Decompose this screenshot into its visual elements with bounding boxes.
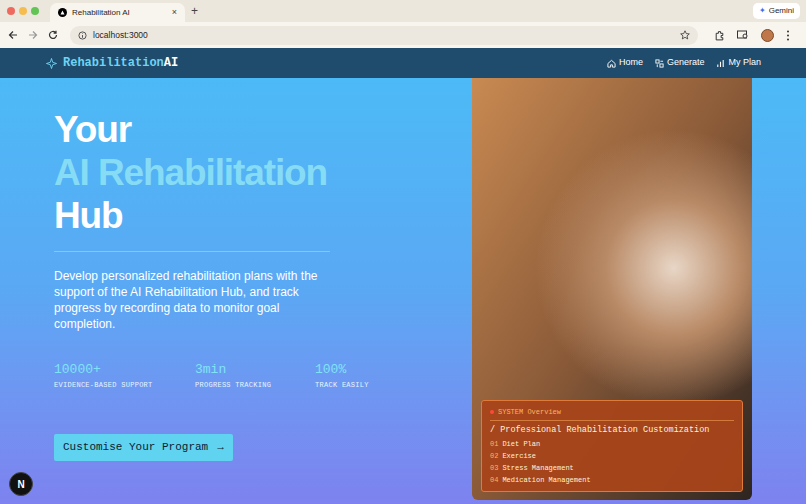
gemini-label: Gemini	[769, 5, 794, 17]
nav-label: Home	[619, 56, 643, 70]
stat-value: 100%	[315, 362, 425, 378]
close-window-icon[interactable]	[7, 7, 15, 15]
item-number: 02	[490, 450, 498, 462]
address-bar[interactable]: localhost:3000	[70, 26, 698, 45]
item-label: Medication Management	[502, 474, 590, 486]
browser-tab[interactable]: Rehabilitation AI ×	[50, 3, 185, 22]
stats: 10000+ EVIDENCE-BASED SUPPORT 3min PROGR…	[54, 362, 425, 391]
bookmark-star-icon[interactable]	[680, 30, 690, 40]
customise-button[interactable]: Customise Your Program →	[54, 434, 233, 461]
chart-icon	[716, 59, 725, 68]
forward-icon[interactable]	[28, 30, 38, 40]
arrow-icon: →	[217, 439, 224, 456]
browser-toolbar: localhost:3000	[0, 22, 806, 48]
extensions-icon[interactable]	[714, 30, 725, 41]
item-label: Diet Plan	[502, 438, 540, 450]
gemini-button[interactable]: ✦ Gemini	[753, 3, 800, 19]
button-label: Customise Your Program	[63, 439, 208, 456]
home-icon	[607, 59, 616, 68]
overview-divider	[490, 420, 734, 421]
overview-item: 01 Diet Plan	[490, 438, 734, 450]
hero-description: Develop personalized rehabilitation plan…	[54, 268, 344, 332]
stat-label: EVIDENCE-BASED SUPPORT	[54, 380, 195, 391]
overview-item: 03 Stress Management	[490, 462, 734, 474]
hero-image-panel: SYSTEM Overview / Professional Rehabilit…	[472, 78, 752, 500]
item-number: 04	[490, 474, 498, 486]
reload-icon[interactable]	[48, 30, 58, 40]
tab-title: Rehabilitation AI	[72, 7, 167, 19]
url-text: localhost:3000	[93, 29, 674, 42]
divider	[54, 251, 330, 252]
dev-badge-label: N	[17, 477, 24, 492]
nav-label: My Plan	[728, 56, 761, 70]
tab-strip: Rehabilitation AI × + ✦ Gemini	[0, 0, 806, 22]
logo-sparkle-icon	[46, 58, 57, 69]
profile-avatar-icon[interactable]	[761, 29, 774, 42]
info-icon[interactable]	[78, 31, 87, 40]
stat-label: PROGRESS TRACKING	[195, 380, 315, 391]
logo[interactable]: RehabilitationAI	[46, 54, 178, 72]
status-dot-icon	[490, 410, 494, 414]
stat-value: 10000+	[54, 362, 195, 378]
site-nav: RehabilitationAI Home Generate My Plan	[0, 48, 806, 78]
nav-item[interactable]: Home	[607, 56, 643, 70]
title-line: Hub	[54, 194, 327, 237]
nav-item[interactable]: My Plan	[716, 56, 761, 70]
gemini-icon: ✦	[759, 7, 766, 15]
item-label: Exercise	[502, 450, 536, 462]
stat-label: TRACK EASILY	[315, 380, 425, 391]
logo-accent: AI	[164, 56, 178, 70]
overview-subtitle: / Professional Rehabilitation Customizat…	[490, 424, 734, 436]
minimize-window-icon[interactable]	[19, 7, 27, 15]
favicon-icon	[58, 8, 67, 17]
maximize-window-icon[interactable]	[31, 7, 39, 15]
tab-close[interactable]: ×	[172, 8, 177, 17]
overview-item: 02 Exercise	[490, 450, 734, 462]
page: RehabilitationAI Home Generate My Plan Y…	[0, 48, 806, 504]
title-line: AI Rehabilitation	[54, 151, 327, 194]
hero-title: Your AI Rehabilitation Hub	[54, 108, 327, 237]
item-number: 03	[490, 462, 498, 474]
logo-primary: Rehabilitation	[63, 56, 164, 70]
item-label: Stress Management	[502, 462, 573, 474]
overview-card: SYSTEM Overview / Professional Rehabilit…	[481, 400, 743, 492]
dev-badge[interactable]: N	[9, 472, 33, 496]
stat-value: 3min	[195, 362, 315, 378]
nav-item[interactable]: Generate	[655, 56, 705, 70]
stat: 100% TRACK EASILY	[315, 362, 425, 391]
tab-search-icon[interactable]	[737, 30, 749, 40]
title-line: Your	[54, 108, 327, 151]
overview-title: SYSTEM Overview	[498, 407, 561, 417]
item-number: 01	[490, 438, 498, 450]
back-icon[interactable]	[8, 30, 18, 40]
nav-label: Generate	[667, 56, 705, 70]
stat: 10000+ EVIDENCE-BASED SUPPORT	[54, 362, 195, 391]
hero: Your AI Rehabilitation Hub Develop perso…	[0, 78, 806, 504]
menu-icon[interactable]	[786, 30, 790, 41]
overview-item: 04 Medication Management	[490, 474, 734, 486]
new-tab-button[interactable]: +	[191, 5, 198, 17]
generate-icon	[655, 59, 664, 68]
stat: 3min PROGRESS TRACKING	[195, 362, 315, 391]
